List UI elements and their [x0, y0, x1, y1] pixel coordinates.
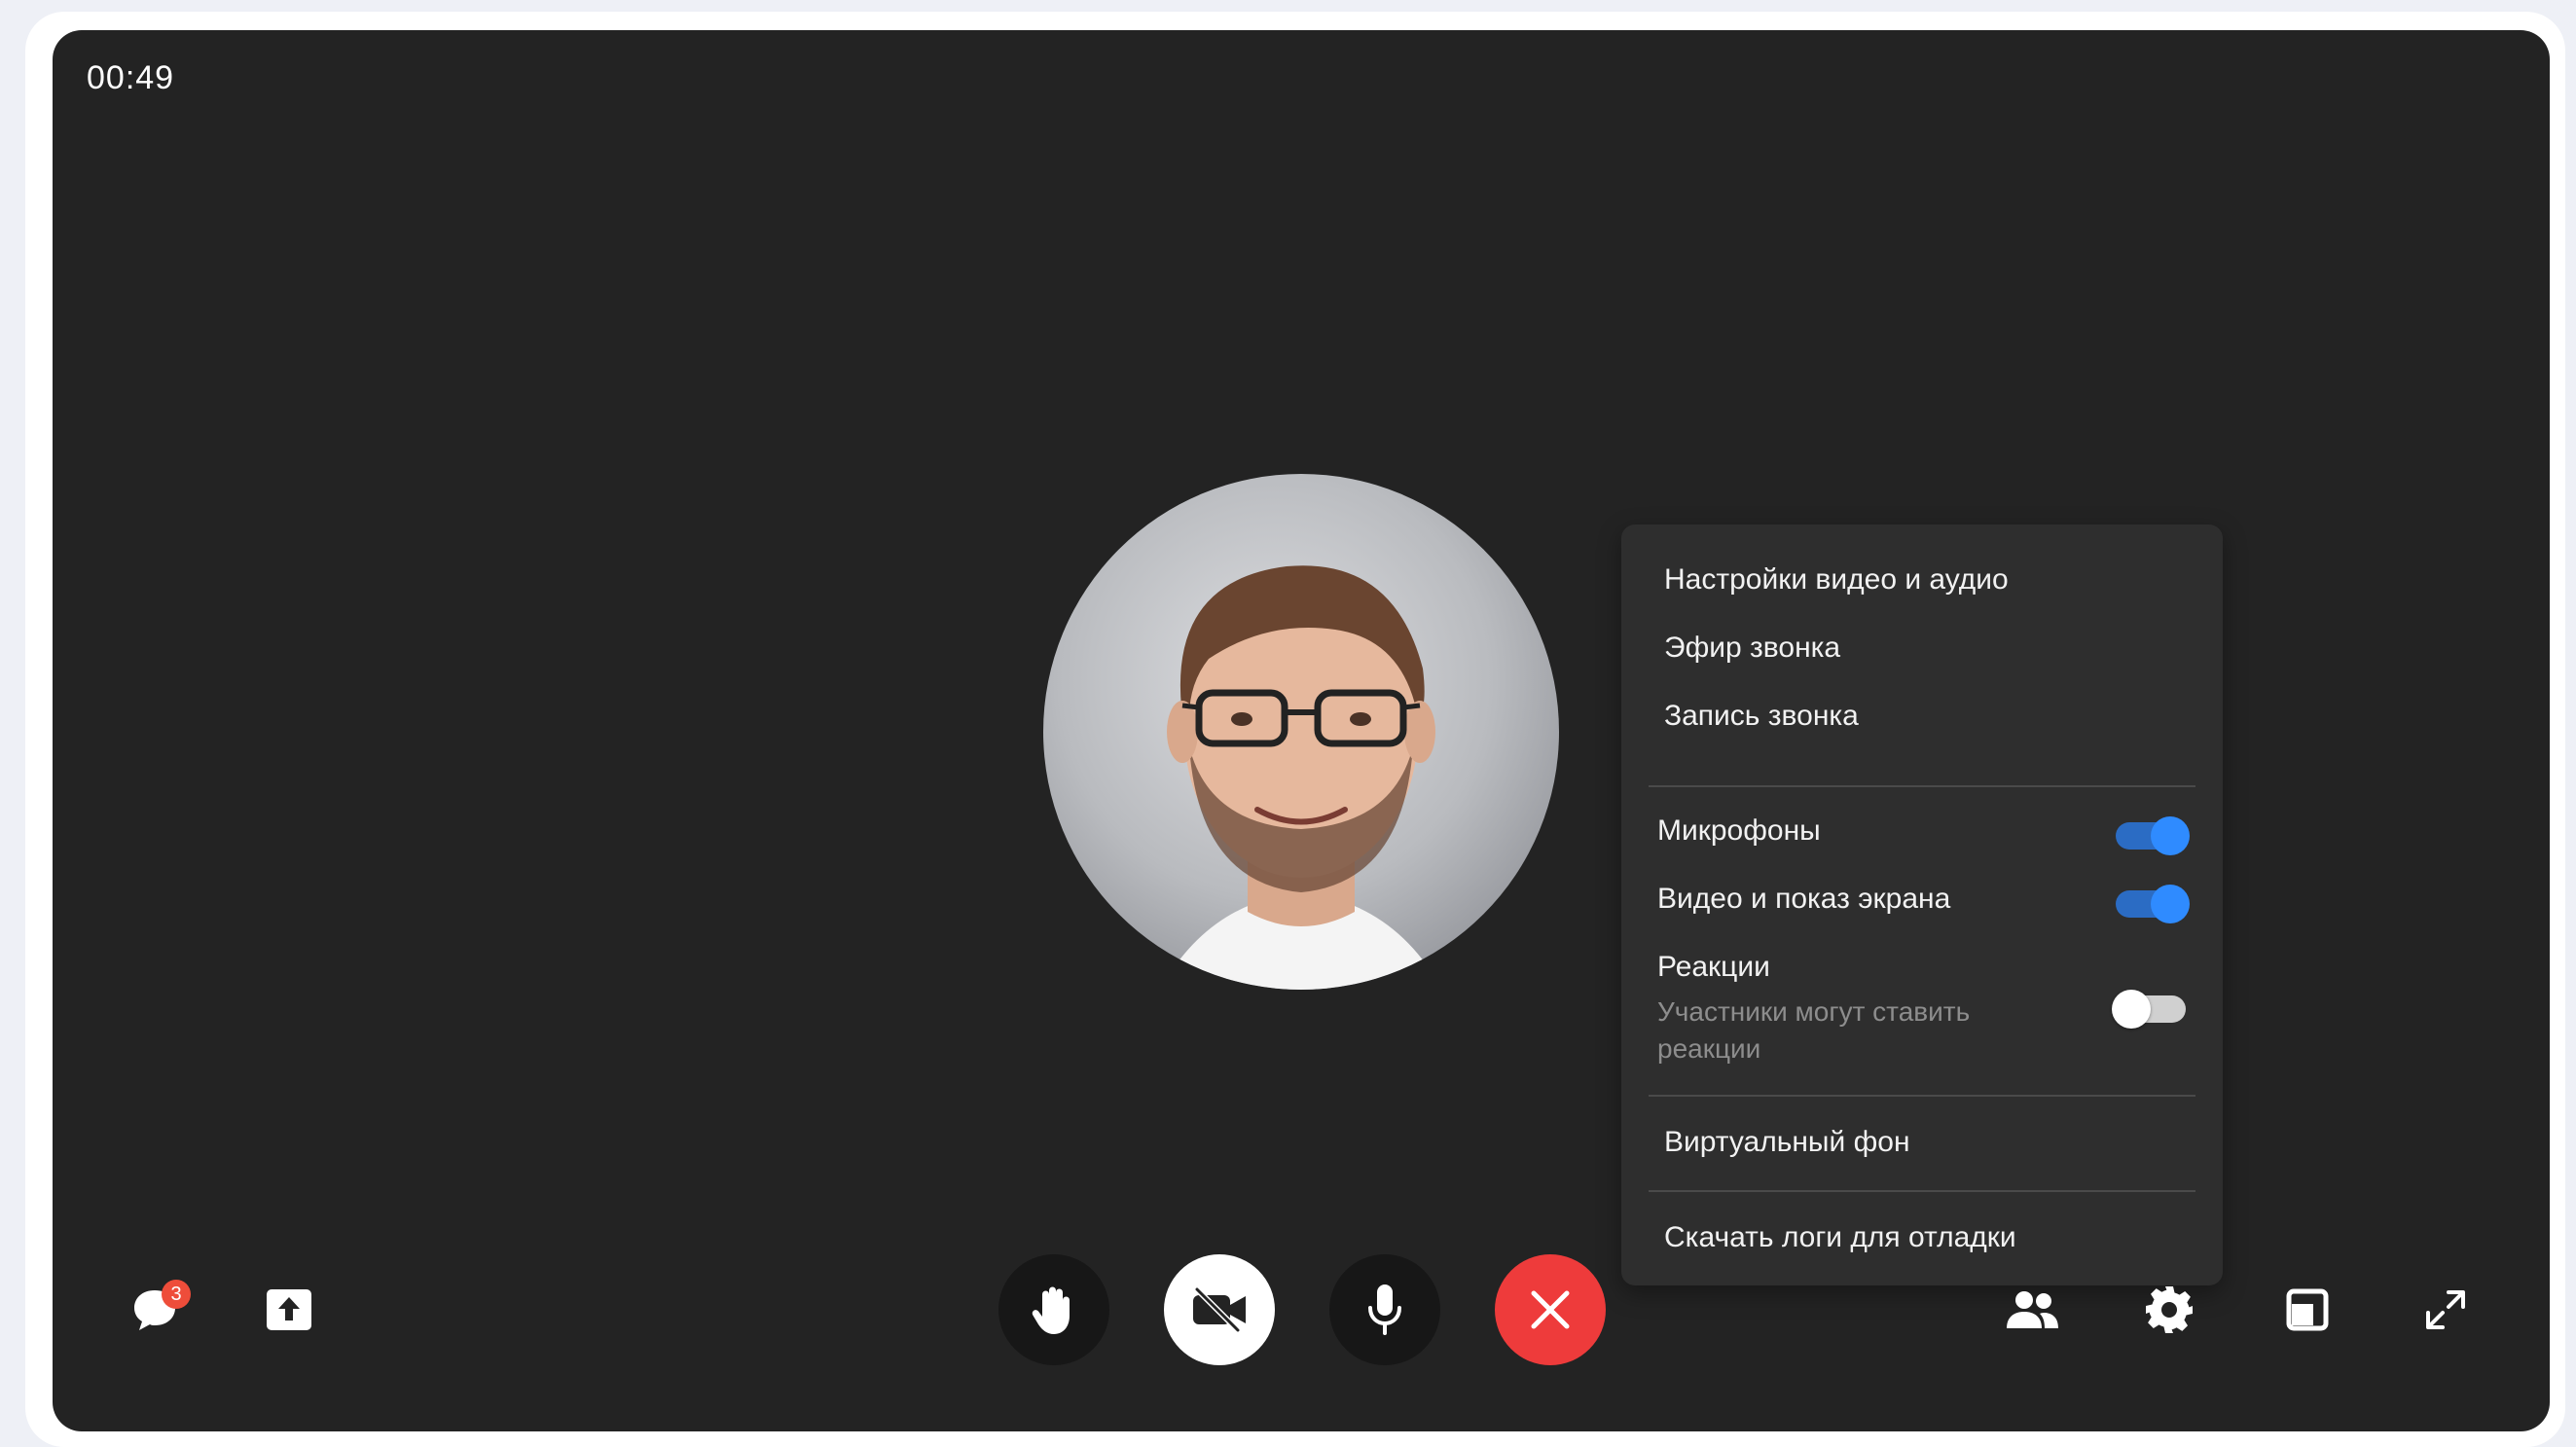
- layout-icon: [2286, 1288, 2329, 1331]
- raise-hand-icon: [1032, 1286, 1070, 1334]
- raise-hand-button[interactable]: [998, 1254, 1109, 1365]
- toggle-reactions[interactable]: [2112, 990, 2186, 1029]
- layout-button[interactable]: [2273, 1276, 2341, 1344]
- chat-button[interactable]: 3: [121, 1276, 191, 1344]
- fullscreen-button[interactable]: [2412, 1276, 2480, 1344]
- menu-item-virtual-background[interactable]: Виртуальный фон: [1664, 1126, 1910, 1159]
- toggle-label-reactions: Реакции: [1657, 951, 1770, 983]
- microphone-icon: [1368, 1284, 1401, 1335]
- share-screen-icon: [267, 1289, 311, 1330]
- participants-button[interactable]: [1998, 1276, 2066, 1344]
- toggle-microphones[interactable]: [2116, 816, 2190, 855]
- camera-toggle-button[interactable]: [1164, 1254, 1275, 1365]
- menu-item-download-logs[interactable]: Скачать логи для отладки: [1664, 1221, 2016, 1254]
- participants-icon: [2007, 1291, 2058, 1328]
- menu-item-call-recording[interactable]: Запись звонка: [1664, 700, 1859, 733]
- microphone-button[interactable]: [1329, 1254, 1440, 1365]
- settings-menu: Настройки видео и аудио Эфир звонка Запи…: [1621, 525, 2223, 1285]
- camera-off-icon: [1193, 1286, 1246, 1333]
- toggle-knob: [2151, 816, 2190, 855]
- chat-unread-badge: 3: [162, 1280, 191, 1309]
- toggle-knob: [2151, 885, 2190, 923]
- fullscreen-icon: [2426, 1290, 2465, 1329]
- share-screen-button[interactable]: [255, 1276, 323, 1344]
- toggle-sublabel-reactions: Участники могут ставить реакции: [1657, 996, 1971, 1064]
- end-call-button[interactable]: [1495, 1254, 1606, 1365]
- toggle-label-video-screen-share: Видео и показ экрана: [1657, 883, 1951, 915]
- menu-divider: [1649, 785, 2195, 787]
- menu-divider: [1649, 1095, 2195, 1097]
- menu-item-call-broadcast[interactable]: Эфир звонка: [1664, 632, 1840, 665]
- toggle-label-microphones: Микрофоны: [1657, 814, 1821, 847]
- menu-divider: [1649, 1190, 2195, 1192]
- settings-button[interactable]: [2135, 1276, 2203, 1344]
- toggle-knob: [2112, 990, 2151, 1029]
- toggle-video-screen-share[interactable]: [2116, 885, 2190, 923]
- participant-avatar: [1043, 474, 1559, 990]
- end-call-icon: [1531, 1290, 1570, 1329]
- call-timer: 00:49: [87, 59, 175, 96]
- menu-item-video-audio-settings[interactable]: Настройки видео и аудио: [1664, 563, 2009, 597]
- call-window: 00:49 Настройки видео и аудио Эфир звонк…: [53, 30, 2550, 1431]
- gear-icon: [2146, 1286, 2193, 1333]
